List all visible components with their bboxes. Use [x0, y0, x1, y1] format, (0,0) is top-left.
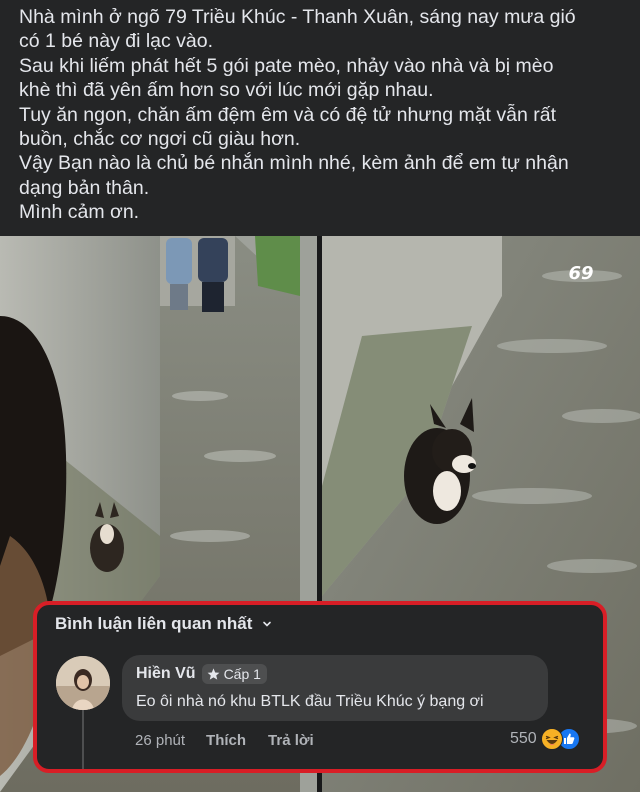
badge-label: Cấp 1 [223, 666, 261, 682]
reply-button[interactable]: Trả lời [268, 732, 314, 749]
comments-panel: Bình luận liên quan nhất Hiền Vũ Cấp 1 E… [33, 601, 607, 773]
like-button[interactable]: Thích [206, 732, 246, 749]
comment-author[interactable]: Hiền Vũ [136, 665, 196, 683]
avatar-image [56, 656, 110, 710]
post-text: Nhà mình ở ngõ 79 Triều Khúc - Thanh Xuâ… [0, 0, 640, 236]
comment-bubble: Hiền Vũ Cấp 1 Eo ôi nhà nó khu BTLK đầu … [122, 655, 548, 721]
comments-filter-label: Bình luận liên quan nhất [55, 614, 253, 633]
comment-actions: 26 phút Thích Trả lời [135, 732, 336, 749]
comments-filter-dropdown[interactable]: Bình luận liên quan nhất [55, 614, 272, 634]
star-badge-icon [207, 667, 219, 680]
chevron-down-icon [263, 621, 272, 627]
avatar[interactable] [56, 656, 110, 710]
reaction-summary[interactable]: 550 [510, 728, 580, 750]
comment-timestamp[interactable]: 26 phút [135, 732, 185, 749]
comment-thread-line [82, 709, 84, 769]
reaction-count: 550 [510, 730, 537, 747]
comment-text: Eo ôi nhà nó khu BTLK đầu Triều Khúc ý b… [136, 693, 484, 710]
status-badge: Cấp 1 [201, 664, 267, 684]
haha-reaction-icon [540, 728, 563, 750]
watermark-logo: 69 [568, 263, 594, 284]
